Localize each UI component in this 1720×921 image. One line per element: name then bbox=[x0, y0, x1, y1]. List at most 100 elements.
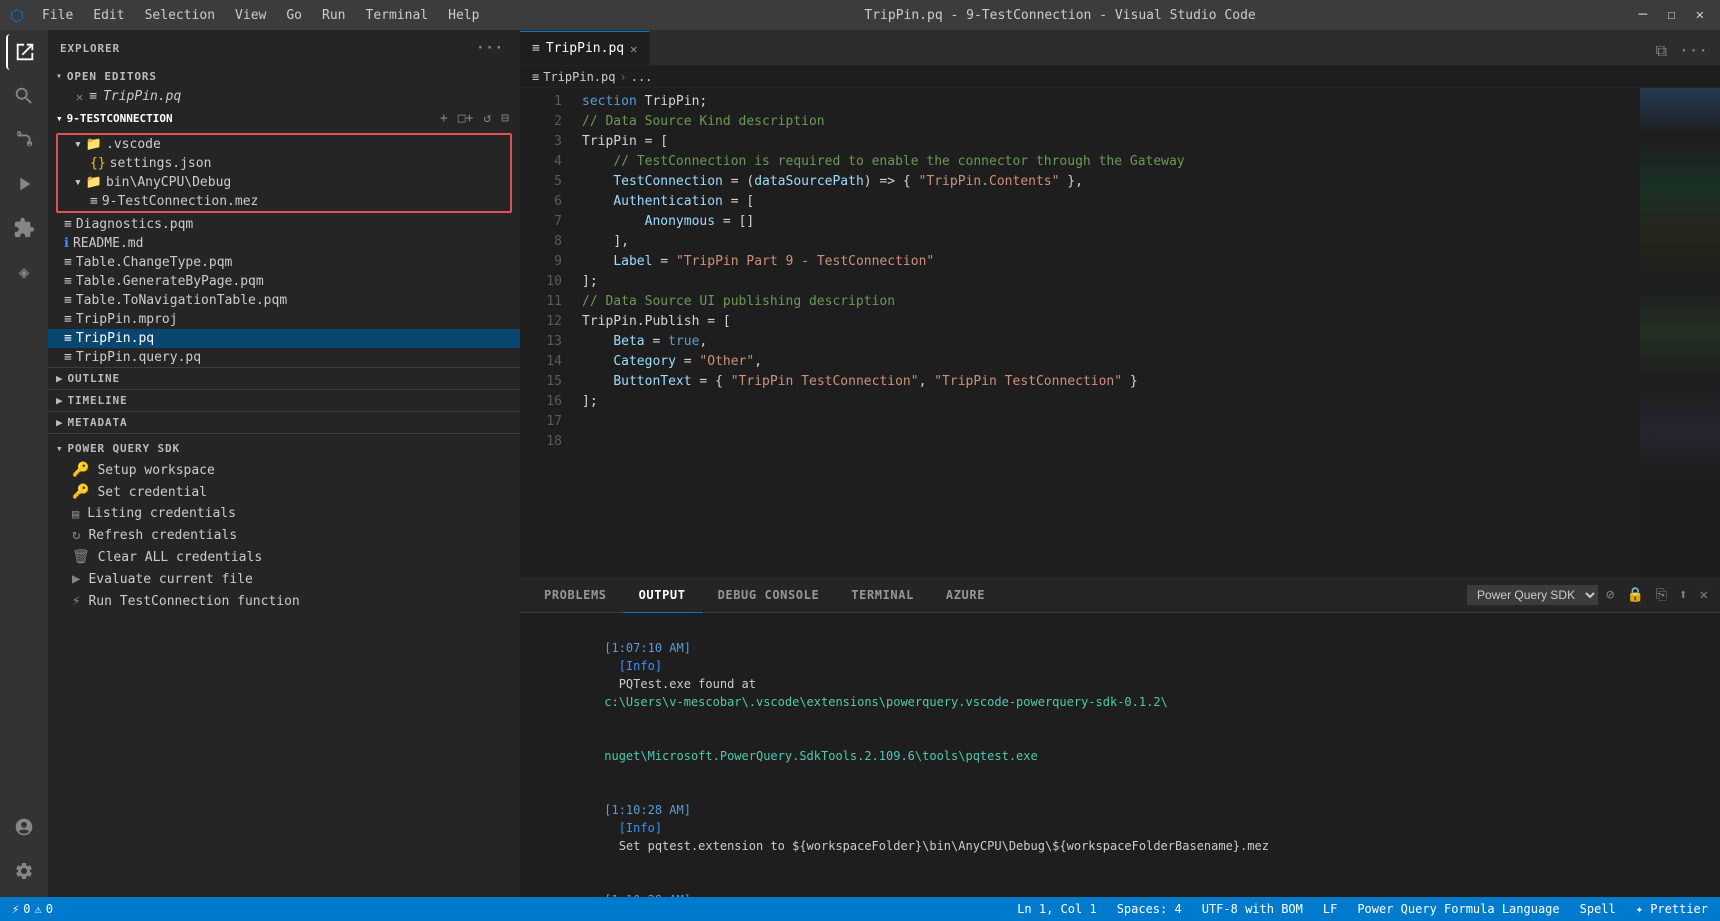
mez-file-item[interactable]: ≡ 9-TestConnection.mez bbox=[58, 192, 510, 211]
tab-close-icon[interactable]: ✕ bbox=[630, 42, 637, 56]
clear-credentials-icon: 🗑 bbox=[72, 549, 90, 565]
panel-tab-debug-console[interactable]: DEBUG CONSOLE bbox=[702, 578, 836, 613]
table-generatebypage-item[interactable]: ≡ Table.GenerateByPage.pqm bbox=[48, 272, 520, 291]
panel-clear-icon[interactable]: ⊘ bbox=[1602, 585, 1618, 605]
sidebar-more-options-icon[interactable]: ··· bbox=[472, 38, 508, 58]
trippin-pq-icon: ≡ bbox=[64, 331, 72, 346]
open-editors-section[interactable]: ▾ Open Editors bbox=[48, 66, 520, 87]
status-prettier[interactable]: ✦ Prettier bbox=[1632, 902, 1712, 916]
menu-file[interactable]: File bbox=[34, 6, 81, 25]
breadcrumb-filename[interactable]: TripPin.pq bbox=[543, 70, 615, 84]
outline-section[interactable]: ▶ OUTLINE bbox=[48, 367, 520, 389]
minimize-button[interactable]: ─ bbox=[1633, 5, 1653, 25]
open-editor-trippin[interactable]: ✕ ≡ TripPin.pq bbox=[48, 87, 520, 106]
status-errors[interactable]: ⚡ 0 ⚠ 0 bbox=[8, 902, 57, 916]
pq-refresh-credentials[interactable]: ↻ Refresh credentials bbox=[48, 524, 520, 546]
settings-activity-icon[interactable] bbox=[6, 853, 42, 889]
source-control-activity-icon[interactable] bbox=[6, 122, 42, 158]
pq-run-testconnection[interactable]: ⚡ Run TestConnection function bbox=[48, 590, 520, 612]
refresh-icon[interactable]: ↺ bbox=[480, 110, 494, 127]
menu-selection[interactable]: Selection bbox=[137, 6, 223, 25]
panel-maximize-icon[interactable]: ⬆ bbox=[1675, 585, 1691, 605]
status-cursor-position[interactable]: Ln 1, Col 1 bbox=[1013, 902, 1100, 916]
vscode-folder-item[interactable]: ▾ 📁 .vscode bbox=[58, 135, 510, 154]
pq-clear-all-credentials[interactable]: 🗑 Clear ALL credentials bbox=[48, 546, 520, 568]
spell-label: Spell bbox=[1580, 902, 1616, 916]
pq-listing-credentials[interactable]: ▤ Listing credentials bbox=[48, 503, 520, 524]
refresh-credentials-label: Refresh credentials bbox=[88, 528, 237, 543]
menu-run[interactable]: Run bbox=[314, 6, 353, 25]
pq-setup-workspace[interactable]: 🔑 Setup workspace bbox=[48, 459, 520, 481]
table-changetype-item[interactable]: ≡ Table.ChangeType.pqm bbox=[48, 253, 520, 272]
search-activity-icon[interactable] bbox=[6, 78, 42, 114]
close-button[interactable]: ✕ bbox=[1690, 5, 1710, 25]
trippin-query-item[interactable]: ≡ TripPin.query.pq bbox=[48, 348, 520, 367]
panel-tab-azure[interactable]: AZURE bbox=[930, 578, 1001, 613]
trippin-pq-item[interactable]: ≡ TripPin.pq bbox=[48, 329, 520, 348]
warning-count: 0 bbox=[46, 902, 53, 916]
menu-help[interactable]: Help bbox=[440, 6, 487, 25]
table-tonavigation-item[interactable]: ≡ Table.ToNavigationTable.pqm bbox=[48, 291, 520, 310]
log-line-3: [1:10:28 AM] [Info] Set pqtest.queryFile… bbox=[532, 873, 1708, 897]
settings-json-item[interactable]: {} settings.json bbox=[58, 154, 510, 173]
code-editor[interactable]: 1 2 3 4 5 6 7 8 9 10 11 12 13 14 15 16 1… bbox=[520, 88, 1720, 577]
panel-tabs: PROBLEMS OUTPUT DEBUG CONSOLE TERMINAL A… bbox=[520, 578, 1720, 613]
code-line-5: // TestConnection is required to enable … bbox=[570, 152, 1640, 172]
output-selector[interactable]: Power Query SDK bbox=[1467, 585, 1598, 605]
mez-file-label: 9-TestConnection.mez bbox=[102, 194, 259, 209]
panel-tab-output[interactable]: OUTPUT bbox=[623, 578, 702, 613]
account-activity-icon[interactable] bbox=[6, 809, 42, 845]
pq-evaluate-current-file[interactable]: ▶ Evaluate current file bbox=[48, 568, 520, 590]
bin-folder-item[interactable]: ▾ 📁 bin\AnyCPU\Debug bbox=[58, 173, 510, 192]
misc-activity-icon[interactable]: ◈ bbox=[6, 254, 42, 290]
metadata-label: METADATA bbox=[68, 416, 128, 429]
status-spaces[interactable]: Spaces: 4 bbox=[1113, 902, 1186, 916]
table-generatebypage-label: Table.GenerateByPage.pqm bbox=[76, 274, 264, 289]
sidebar-scroll[interactable]: ▾ Open Editors ✕ ≡ TripPin.pq ▾ 9-TestCo… bbox=[48, 66, 520, 897]
menu-terminal[interactable]: Terminal bbox=[358, 6, 437, 25]
code-line-3: // Data Source Kind description bbox=[570, 112, 1640, 132]
menu-go[interactable]: Go bbox=[278, 6, 310, 25]
code-line-1: section TripPin; bbox=[570, 92, 1640, 112]
new-folder-icon[interactable]: □+ bbox=[455, 110, 477, 127]
status-language[interactable]: Power Query Formula Language bbox=[1353, 902, 1563, 916]
breadcrumb-file-icon: ≡ bbox=[532, 70, 539, 84]
explorer-activity-icon[interactable] bbox=[6, 34, 42, 70]
split-editor-icon[interactable]: ⧉ bbox=[1652, 37, 1671, 65]
new-file-icon[interactable]: + bbox=[437, 110, 451, 127]
code-content[interactable]: section TripPin; // Data Source Kind des… bbox=[570, 88, 1640, 577]
timeline-section[interactable]: ▶ TIMELINE bbox=[48, 389, 520, 411]
panel-tab-terminal[interactable]: TERMINAL bbox=[835, 578, 930, 613]
pq-sdk-header[interactable]: ▾ Power Query SDK bbox=[48, 438, 520, 459]
project-label: 9-TestConnection bbox=[67, 112, 173, 125]
panel-copy-icon[interactable]: ⎘ bbox=[1652, 585, 1671, 605]
status-spell[interactable]: Spell bbox=[1576, 902, 1620, 916]
extensions-activity-icon[interactable] bbox=[6, 210, 42, 246]
code-line-4: TripPin = [ bbox=[570, 132, 1640, 152]
maximize-button[interactable]: ☐ bbox=[1661, 5, 1681, 25]
eol-label: LF bbox=[1323, 902, 1337, 916]
more-tab-actions-icon[interactable]: ··· bbox=[1675, 37, 1712, 65]
status-encoding[interactable]: UTF-8 with BOM bbox=[1198, 902, 1307, 916]
menu-view[interactable]: View bbox=[227, 6, 274, 25]
pq-set-credential[interactable]: 🔑 Set credential bbox=[48, 481, 520, 503]
panel-close-icon[interactable]: ✕ bbox=[1696, 585, 1712, 605]
trippin-query-label: TripPin.query.pq bbox=[76, 350, 201, 365]
run-debug-activity-icon[interactable] bbox=[6, 166, 42, 202]
metadata-section[interactable]: ▶ METADATA bbox=[48, 411, 520, 433]
status-eol[interactable]: LF bbox=[1319, 902, 1341, 916]
readme-item[interactable]: ℹ README.md bbox=[48, 234, 520, 253]
status-bar-left: ⚡ 0 ⚠ 0 bbox=[8, 902, 57, 916]
trippin-mproj-item[interactable]: ≡ TripPin.mproj bbox=[48, 310, 520, 329]
close-editor-icon[interactable]: ✕ bbox=[76, 90, 83, 104]
menu-edit[interactable]: Edit bbox=[85, 6, 132, 25]
panel-lock-icon[interactable]: 🔒 bbox=[1622, 585, 1647, 605]
breadcrumb-ellipsis[interactable]: ... bbox=[631, 70, 653, 84]
outline-arrow-icon: ▶ bbox=[56, 372, 64, 385]
set-credential-icon: 🔑 bbox=[72, 484, 89, 500]
panel-tab-problems[interactable]: PROBLEMS bbox=[528, 578, 623, 613]
project-tree-header[interactable]: ▾ 9-TestConnection + □+ ↺ ⊟ bbox=[48, 106, 520, 131]
collapse-icon[interactable]: ⊟ bbox=[498, 110, 512, 127]
tab-trippin-pq[interactable]: ≡ TripPin.pq ✕ bbox=[520, 31, 650, 65]
diagnostics-item[interactable]: ≡ Diagnostics.pqm bbox=[48, 215, 520, 234]
